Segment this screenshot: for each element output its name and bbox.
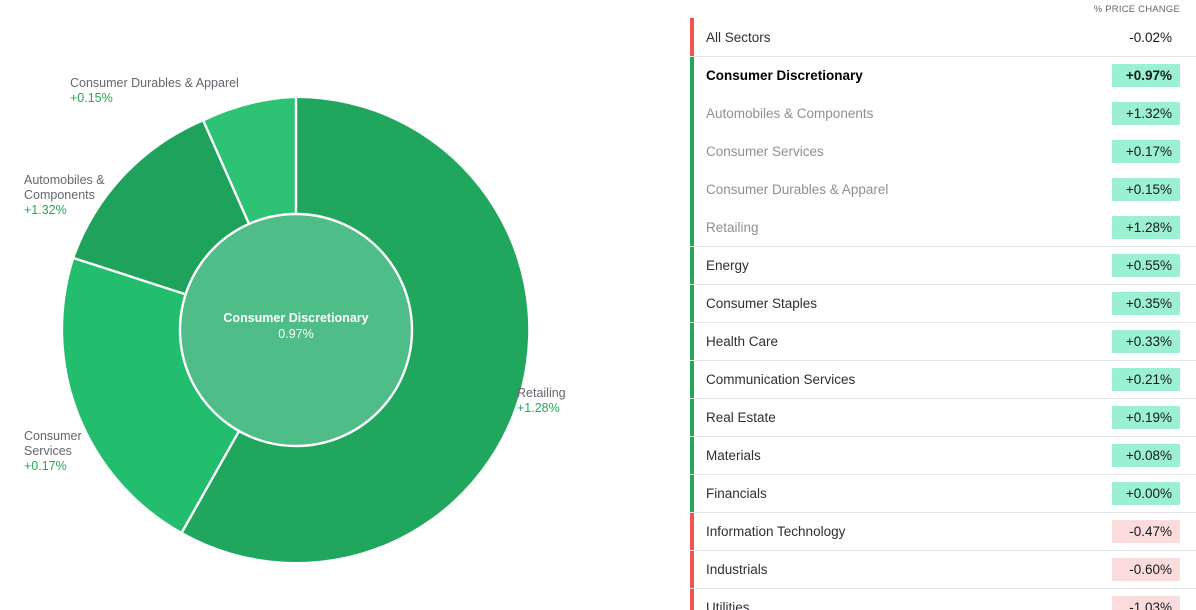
donut-chart-panel: Consumer Durables & Apparel +0.15% Autom…: [0, 0, 690, 610]
row-trend-bar: [690, 513, 694, 550]
chart-label-value: +0.17%: [24, 459, 67, 473]
row-sector-name: Automobiles & Components: [706, 105, 874, 121]
row-trend-bar: [690, 323, 694, 360]
row-sector-name: Communication Services: [706, 372, 856, 387]
chart-label-name-line1: Automobiles &: [24, 173, 105, 187]
row-sector-name: Consumer Staples: [706, 296, 818, 311]
row-trend-bar: [690, 132, 694, 170]
row-sector-name: Consumer Discretionary: [706, 68, 863, 83]
row-sector-name: Real Estate: [706, 410, 776, 425]
row-price-change-badge: +0.00%: [1112, 482, 1180, 505]
row-trend-bar: [690, 285, 694, 322]
row-trend-bar: [690, 208, 694, 246]
table-row[interactable]: Industrials -0.60%: [690, 550, 1196, 588]
table-row[interactable]: Consumer Staples +0.35%: [690, 284, 1196, 322]
table-row[interactable]: Financials +0.00%: [690, 474, 1196, 512]
donut-center-label: Consumer Discretionary 0.97%: [196, 310, 396, 342]
row-price-change-badge: -0.47%: [1112, 520, 1180, 543]
chart-label-consumer-durables-apparel: Consumer Durables & Apparel +0.15%: [70, 76, 239, 106]
table-row[interactable]: Consumer Discretionary +0.97%: [690, 56, 1196, 94]
donut-center-value: 0.97%: [278, 327, 314, 341]
row-sector-name: Financials: [706, 486, 767, 501]
table-row[interactable]: Communication Services +0.21%: [690, 360, 1196, 398]
table-row[interactable]: Consumer Services +0.17%: [690, 132, 1196, 170]
row-sector-name: Retailing: [706, 219, 759, 235]
chart-label-value: +1.28%: [517, 401, 560, 415]
table-row[interactable]: Information Technology -0.47%: [690, 512, 1196, 550]
row-trend-bar: [690, 57, 694, 94]
row-sector-name: Information Technology: [706, 524, 846, 539]
row-sector-name: Materials: [706, 448, 761, 463]
row-trend-bar: [690, 361, 694, 398]
table-row[interactable]: Materials +0.08%: [690, 436, 1196, 474]
row-price-change-badge: -0.02%: [1129, 29, 1172, 45]
sector-table-rows: All Sectors -0.02% Consumer Discretionary +…: [690, 18, 1196, 610]
row-sector-name: Industrials: [706, 562, 768, 577]
row-price-change-badge: +1.28%: [1112, 215, 1180, 239]
row-trend-bar: [690, 589, 694, 610]
row-price-change-badge: -1.03%: [1112, 596, 1180, 610]
chart-label-name-line2: Services: [24, 444, 72, 458]
row-price-change-badge: +0.97%: [1112, 64, 1180, 87]
row-trend-bar: [690, 18, 694, 56]
table-row[interactable]: All Sectors -0.02%: [690, 18, 1196, 56]
row-trend-bar: [690, 551, 694, 588]
column-header-price-change: % PRICE CHANGE: [1093, 3, 1180, 15]
chart-label-value: +1.32%: [24, 203, 67, 217]
row-price-change-badge: +0.35%: [1112, 292, 1180, 315]
table-row[interactable]: Consumer Durables & Apparel +0.15%: [690, 170, 1196, 208]
row-sector-name: Health Care: [706, 334, 779, 349]
table-row[interactable]: Automobiles & Components +1.32%: [690, 94, 1196, 132]
row-trend-bar: [690, 437, 694, 474]
row-trend-bar: [690, 399, 694, 436]
row-trend-bar: [690, 94, 694, 132]
row-sector-name: Consumer Durables & Apparel: [706, 181, 889, 197]
row-price-change-badge: +0.33%: [1112, 330, 1180, 353]
chart-label-automobiles-components: Automobiles & Components +1.32%: [24, 173, 134, 218]
row-price-change-badge: -0.60%: [1112, 558, 1180, 581]
chart-label-name-line2: Components: [24, 188, 95, 202]
table-row[interactable]: Health Care +0.33%: [690, 322, 1196, 360]
row-sector-name: Energy: [706, 258, 749, 273]
table-row[interactable]: Utilities -1.03%: [690, 588, 1196, 610]
table-row[interactable]: Real Estate +0.19%: [690, 398, 1196, 436]
chart-label-consumer-services: Consumer Services +0.17%: [24, 429, 124, 474]
row-trend-bar: [690, 475, 694, 512]
table-header: % PRICE CHANGE: [690, 0, 1196, 18]
row-price-change-badge: +0.55%: [1112, 254, 1180, 277]
row-sector-name: Consumer Services: [706, 143, 824, 159]
table-row[interactable]: Energy +0.55%: [690, 246, 1196, 284]
chart-label-value: +0.15%: [70, 91, 113, 105]
row-price-change-badge: +0.15%: [1112, 177, 1180, 201]
sector-table-panel: % PRICE CHANGE All Sectors -0.02% Consumer…: [690, 0, 1196, 610]
row-price-change-badge: +0.17%: [1112, 139, 1180, 163]
row-trend-bar: [690, 247, 694, 284]
row-sector-name: Utilities: [706, 600, 750, 610]
sector-performance-view: Consumer Durables & Apparel +0.15% Autom…: [0, 0, 1196, 610]
row-price-change-badge: +1.32%: [1112, 101, 1180, 125]
donut-center-name: Consumer Discretionary: [223, 311, 369, 325]
row-price-change-badge: +0.19%: [1112, 406, 1180, 429]
chart-label-retailing: Retailing +1.28%: [517, 386, 566, 416]
row-trend-bar: [690, 170, 694, 208]
chart-label-name-line1: Consumer: [24, 429, 82, 443]
chart-label-name: Retailing: [517, 386, 566, 400]
table-row[interactable]: Retailing +1.28%: [690, 208, 1196, 246]
chart-label-name: Consumer Durables & Apparel: [70, 76, 239, 90]
row-price-change-badge: +0.08%: [1112, 444, 1180, 467]
row-price-change-badge: +0.21%: [1112, 368, 1180, 391]
row-sector-name: All Sectors: [706, 29, 771, 45]
